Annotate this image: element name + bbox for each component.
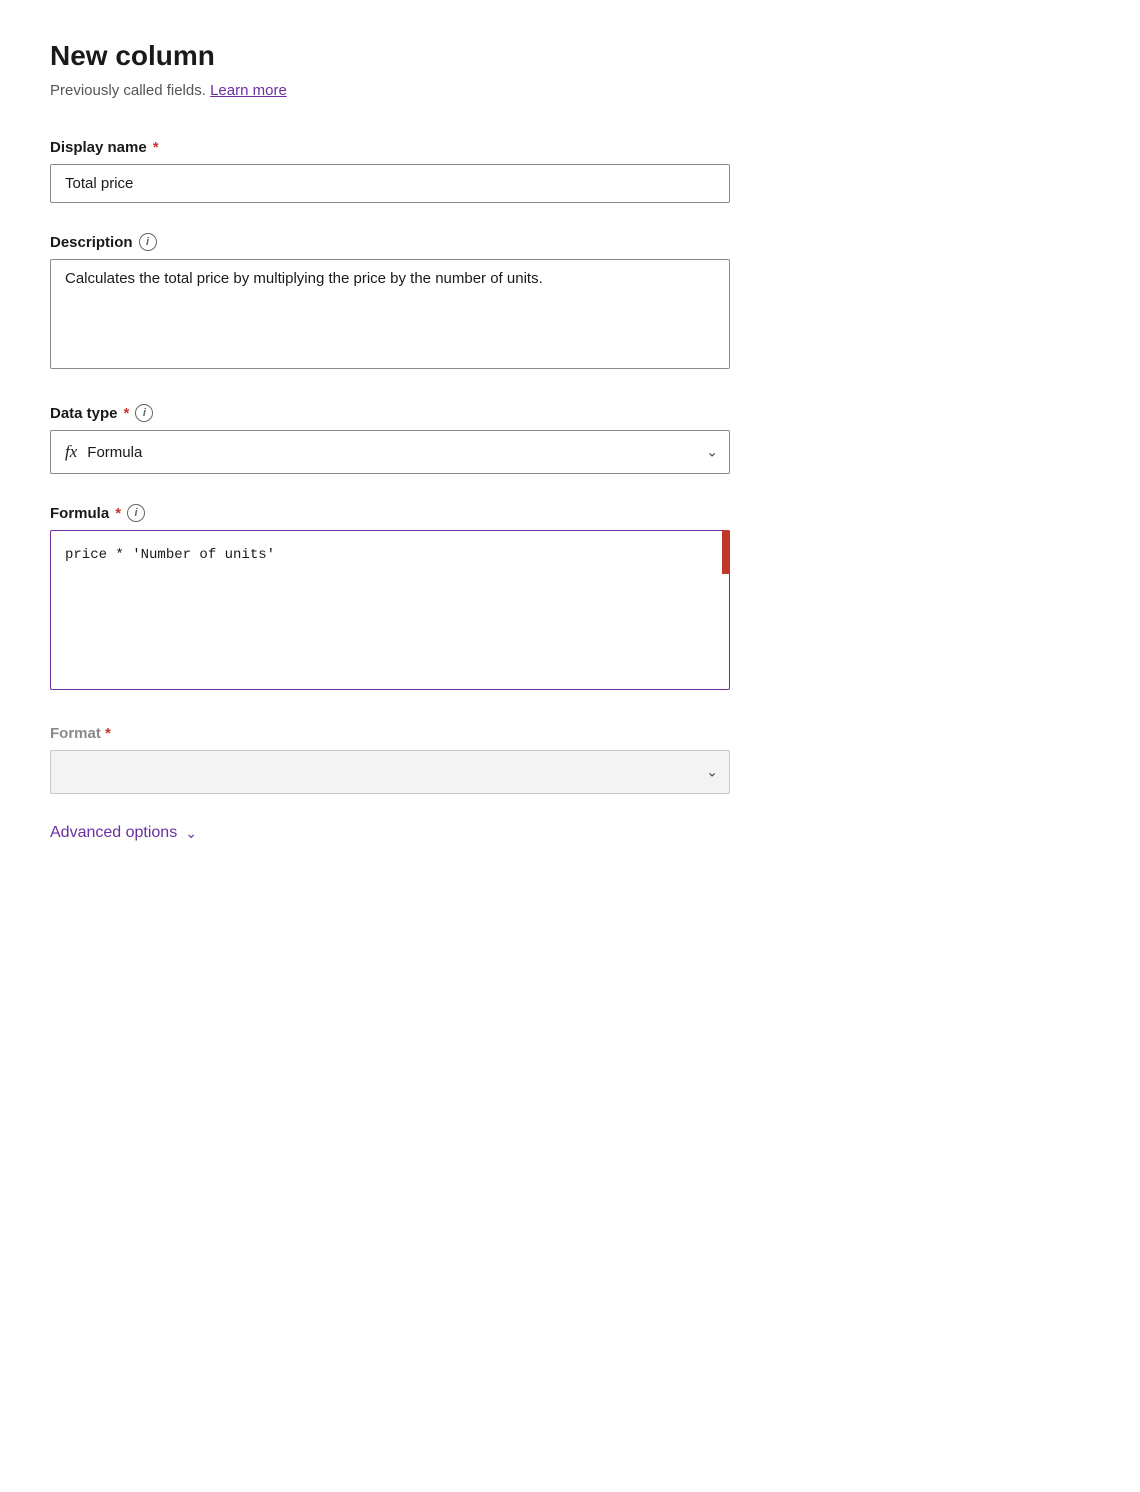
format-section: Format * ⌄ — [50, 725, 730, 794]
description-input[interactable]: Calculates the total price by multiplyin… — [50, 259, 730, 369]
format-select[interactable] — [50, 750, 730, 794]
display-name-input[interactable] — [50, 164, 730, 203]
advanced-options-section: Advanced options ⌄ — [50, 824, 1090, 842]
data-type-info-icon[interactable]: i — [135, 404, 153, 422]
formula-label: Formula * i — [50, 504, 730, 522]
description-section: Description i Calculates the total price… — [50, 233, 730, 374]
display-name-section: Display name * — [50, 139, 730, 203]
format-label: Format * — [50, 725, 730, 742]
data-type-select-wrapper: fx Formula ⌄ — [50, 430, 730, 474]
page-title: New column — [50, 40, 1090, 72]
format-select-wrapper: ⌄ — [50, 750, 730, 794]
data-type-label: Data type * i — [50, 404, 730, 422]
data-type-required: * — [124, 405, 130, 422]
data-type-value: Formula — [87, 444, 142, 461]
formula-info-icon[interactable]: i — [127, 504, 145, 522]
advanced-options-chevron-icon[interactable]: ⌄ — [185, 825, 197, 842]
formula-input[interactable]: price * 'Number of units' — [50, 530, 730, 690]
display-name-required: * — [153, 139, 159, 156]
fx-icon: fx — [65, 442, 77, 462]
learn-more-link[interactable]: Learn more — [210, 82, 287, 99]
formula-error-bar — [722, 530, 730, 574]
formula-section: Formula * i price * 'Number of units' — [50, 504, 730, 695]
advanced-options-label[interactable]: Advanced options — [50, 824, 177, 842]
formula-input-wrapper: price * 'Number of units' — [50, 530, 730, 695]
description-info-icon[interactable]: i — [139, 233, 157, 251]
description-label: Description i — [50, 233, 730, 251]
subtitle: Previously called fields. Learn more — [50, 82, 1090, 99]
formula-required: * — [115, 505, 121, 522]
format-required: * — [105, 725, 111, 742]
display-name-label: Display name * — [50, 139, 730, 156]
data-type-section: Data type * i fx Formula ⌄ — [50, 404, 730, 474]
data-type-select[interactable]: fx Formula — [50, 430, 730, 474]
